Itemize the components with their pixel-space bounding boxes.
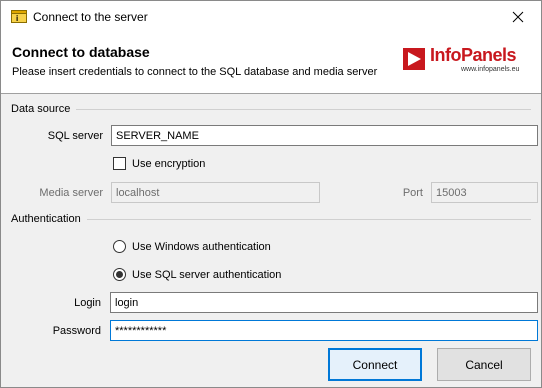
checkbox-box[interactable] — [113, 157, 126, 170]
sql-auth-label: Use SQL server authentication — [132, 268, 282, 281]
sql-server-label: SQL server — [47, 130, 103, 142]
media-server-label: Media server — [39, 187, 103, 199]
close-icon — [512, 11, 524, 22]
connect-dialog: i Connect to the server Connect to datab… — [0, 0, 542, 388]
password-label: Password — [52, 325, 101, 337]
group-divider — [76, 108, 531, 110]
title-bar: i Connect to the server — [1, 1, 541, 32]
login-input[interactable] — [110, 292, 538, 313]
close-button[interactable] — [495, 1, 541, 32]
login-label: Login — [74, 297, 101, 309]
data-source-label: Data source — [11, 103, 71, 115]
authentication-group: Authentication — [11, 213, 531, 225]
logo-wordmark: InfoPanels — [430, 45, 517, 66]
windows-auth-label: Use Windows authentication — [132, 240, 271, 253]
media-server-input — [111, 182, 320, 203]
header-subtitle: Please insert credentials to connect to … — [12, 66, 378, 78]
connect-button[interactable]: Connect — [328, 348, 422, 381]
port-input — [431, 182, 538, 203]
cancel-button[interactable]: Cancel — [437, 348, 531, 381]
radio-circle[interactable] — [113, 240, 126, 253]
dialog-header: Connect to database Please insert creden… — [1, 32, 541, 94]
logo-mark-icon — [403, 48, 425, 70]
header-title: Connect to database — [12, 44, 150, 60]
radio-circle[interactable] — [113, 268, 126, 281]
windows-auth-radio[interactable]: Use Windows authentication — [113, 240, 271, 253]
group-divider — [86, 218, 531, 220]
window-title: Connect to the server — [33, 10, 148, 24]
sql-auth-radio[interactable]: Use SQL server authentication — [113, 268, 281, 281]
radio-selected-dot — [116, 271, 123, 278]
use-encryption-label: Use encryption — [132, 157, 206, 170]
port-label: Port — [402, 187, 423, 199]
use-encryption-checkbox[interactable]: Use encryption — [113, 157, 205, 170]
logo-info-text: Info — [430, 45, 462, 65]
infopanels-logo: InfoPanels www.infopanels.eu — [403, 45, 533, 76]
logo-panels-text: Panels — [461, 45, 517, 65]
sql-server-input[interactable] — [111, 125, 538, 146]
password-input[interactable] — [110, 320, 538, 341]
app-icon: i — [11, 10, 27, 23]
authentication-label: Authentication — [11, 213, 81, 225]
logo-url: www.infopanels.eu — [461, 66, 520, 73]
svg-text:i: i — [16, 14, 18, 23]
data-source-group: Data source — [11, 103, 531, 115]
